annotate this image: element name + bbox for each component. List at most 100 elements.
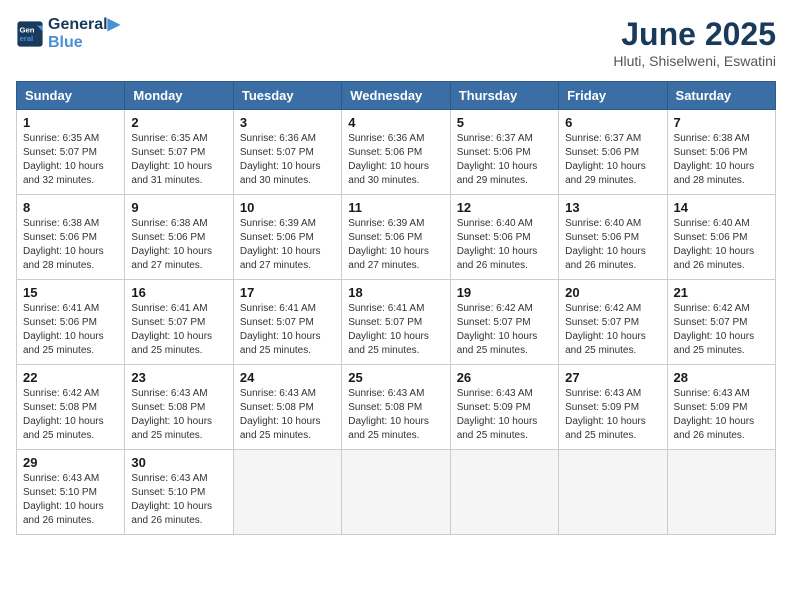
day-info: Sunrise: 6:36 AM Sunset: 5:06 PM Dayligh…	[348, 132, 443, 188]
calendar-cell: 20 Sunrise: 6:42 AM Sunset: 5:07 PM Dayli…	[559, 280, 667, 365]
calendar-cell: 7 Sunrise: 6:38 AM Sunset: 5:06 PM Daylig…	[667, 110, 775, 195]
logo-text: General▶ Blue	[48, 16, 120, 51]
day-number: 3	[240, 115, 335, 130]
svg-text:Gen: Gen	[20, 25, 35, 34]
day-info: Sunrise: 6:40 AM Sunset: 5:06 PM Dayligh…	[674, 217, 769, 273]
day-number: 13	[565, 200, 660, 215]
day-number: 24	[240, 370, 335, 385]
day-number: 9	[131, 200, 226, 215]
weekday-header-friday: Friday	[559, 82, 667, 110]
calendar-cell: 15 Sunrise: 6:41 AM Sunset: 5:06 PM Dayli…	[17, 280, 125, 365]
day-number: 19	[457, 285, 552, 300]
calendar-cell: 16 Sunrise: 6:41 AM Sunset: 5:07 PM Dayli…	[125, 280, 233, 365]
day-info: Sunrise: 6:43 AM Sunset: 5:09 PM Dayligh…	[674, 387, 769, 443]
calendar-cell: 24 Sunrise: 6:43 AM Sunset: 5:08 PM Dayli…	[233, 365, 341, 450]
title-block: June 2025 Hluti, Shiselweni, Eswatini	[613, 16, 776, 69]
calendar-cell: 13 Sunrise: 6:40 AM Sunset: 5:06 PM Dayli…	[559, 195, 667, 280]
calendar-cell: 1 Sunrise: 6:35 AM Sunset: 5:07 PM Daylig…	[17, 110, 125, 195]
day-number: 25	[348, 370, 443, 385]
day-info: Sunrise: 6:43 AM Sunset: 5:09 PM Dayligh…	[565, 387, 660, 443]
day-number: 29	[23, 455, 118, 470]
location-subtitle: Hluti, Shiselweni, Eswatini	[613, 53, 776, 69]
day-number: 22	[23, 370, 118, 385]
weekday-header-row: SundayMondayTuesdayWednesdayThursdayFrid…	[17, 82, 776, 110]
calendar-cell: 29 Sunrise: 6:43 AM Sunset: 5:10 PM Dayli…	[17, 450, 125, 535]
day-number: 1	[23, 115, 118, 130]
weekday-header-monday: Monday	[125, 82, 233, 110]
weekday-header-sunday: Sunday	[17, 82, 125, 110]
day-info: Sunrise: 6:43 AM Sunset: 5:10 PM Dayligh…	[23, 472, 118, 528]
calendar-cell	[559, 450, 667, 535]
calendar-cell: 23Sunrise: 6:43 AM Sunset: 5:08 PM Dayli…	[125, 365, 233, 450]
weekday-header-thursday: Thursday	[450, 82, 558, 110]
calendar-cell: 17 Sunrise: 6:41 AM Sunset: 5:07 PM Dayli…	[233, 280, 341, 365]
calendar-cell: 10Sunrise: 6:39 AM Sunset: 5:06 PM Dayli…	[233, 195, 341, 280]
calendar-cell: 30 Sunrise: 6:43 AM Sunset: 5:10 PM Dayli…	[125, 450, 233, 535]
calendar-cell: 8Sunrise: 6:38 AM Sunset: 5:06 PM Daylig…	[17, 195, 125, 280]
day-info: Sunrise: 6:38 AM Sunset: 5:06 PM Dayligh…	[131, 217, 226, 273]
day-info: Sunrise: 6:35 AM Sunset: 5:07 PM Dayligh…	[23, 132, 118, 188]
calendar-cell	[667, 450, 775, 535]
week-row-4: 22 Sunrise: 6:42 AM Sunset: 5:08 PM Dayli…	[17, 365, 776, 450]
day-info: Sunrise: 6:39 AM Sunset: 5:06 PM Dayligh…	[348, 217, 443, 273]
calendar-cell	[233, 450, 341, 535]
day-info: Sunrise: 6:43 AM Sunset: 5:09 PM Dayligh…	[457, 387, 552, 443]
logo: Gen eral General▶ Blue	[16, 16, 120, 51]
day-info: Sunrise: 6:41 AM Sunset: 5:07 PM Dayligh…	[131, 302, 226, 358]
calendar-cell: 4 Sunrise: 6:36 AM Sunset: 5:06 PM Daylig…	[342, 110, 450, 195]
month-title: June 2025	[613, 16, 776, 53]
day-number: 30	[131, 455, 226, 470]
calendar-cell: 28 Sunrise: 6:43 AM Sunset: 5:09 PM Dayli…	[667, 365, 775, 450]
calendar-table: SundayMondayTuesdayWednesdayThursdayFrid…	[16, 81, 776, 535]
day-number: 7	[674, 115, 769, 130]
calendar-cell: 11 Sunrise: 6:39 AM Sunset: 5:06 PM Dayli…	[342, 195, 450, 280]
day-number: 10	[240, 200, 335, 215]
calendar-cell: 25 Sunrise: 6:43 AM Sunset: 5:08 PM Dayli…	[342, 365, 450, 450]
day-number: 16	[131, 285, 226, 300]
calendar-cell: 26 Sunrise: 6:43 AM Sunset: 5:09 PM Dayli…	[450, 365, 558, 450]
day-number: 26	[457, 370, 552, 385]
week-row-3: 15 Sunrise: 6:41 AM Sunset: 5:06 PM Dayli…	[17, 280, 776, 365]
day-number: 4	[348, 115, 443, 130]
logo-icon: Gen eral	[16, 20, 44, 48]
day-number: 18	[348, 285, 443, 300]
day-info: Sunrise: 6:43 AM Sunset: 5:08 PM Dayligh…	[240, 387, 335, 443]
day-info: Sunrise: 6:40 AM Sunset: 5:06 PM Dayligh…	[565, 217, 660, 273]
day-info: Sunrise: 6:42 AM Sunset: 5:07 PM Dayligh…	[457, 302, 552, 358]
day-info: Sunrise: 6:42 AM Sunset: 5:07 PM Dayligh…	[674, 302, 769, 358]
day-number: 14	[674, 200, 769, 215]
day-info: Sunrise: 6:43 AM Sunset: 5:08 PM Dayligh…	[348, 387, 443, 443]
day-number: 15	[23, 285, 118, 300]
calendar-cell	[450, 450, 558, 535]
day-number: 12	[457, 200, 552, 215]
day-number: 20	[565, 285, 660, 300]
day-info: Sunrise: 6:42 AM Sunset: 5:08 PM Dayligh…	[23, 387, 118, 443]
week-row-5: 29 Sunrise: 6:43 AM Sunset: 5:10 PM Dayli…	[17, 450, 776, 535]
day-info: Sunrise: 6:42 AM Sunset: 5:07 PM Dayligh…	[565, 302, 660, 358]
calendar-cell: 27 Sunrise: 6:43 AM Sunset: 5:09 PM Dayli…	[559, 365, 667, 450]
day-number: 17	[240, 285, 335, 300]
page-header: Gen eral General▶ Blue June 2025 Hluti, …	[16, 16, 776, 69]
calendar-cell: 22 Sunrise: 6:42 AM Sunset: 5:08 PM Dayli…	[17, 365, 125, 450]
day-info: Sunrise: 6:37 AM Sunset: 5:06 PM Dayligh…	[457, 132, 552, 188]
calendar-cell: 3Sunrise: 6:36 AM Sunset: 5:07 PM Daylig…	[233, 110, 341, 195]
day-info: Sunrise: 6:43 AM Sunset: 5:10 PM Dayligh…	[131, 472, 226, 528]
day-number: 23	[131, 370, 226, 385]
calendar-cell: 21Sunrise: 6:42 AM Sunset: 5:07 PM Dayli…	[667, 280, 775, 365]
day-number: 27	[565, 370, 660, 385]
calendar-cell: 9 Sunrise: 6:38 AM Sunset: 5:06 PM Daylig…	[125, 195, 233, 280]
day-info: Sunrise: 6:41 AM Sunset: 5:06 PM Dayligh…	[23, 302, 118, 358]
calendar-cell: 19 Sunrise: 6:42 AM Sunset: 5:07 PM Dayli…	[450, 280, 558, 365]
calendar-cell: 2Sunrise: 6:35 AM Sunset: 5:07 PM Daylig…	[125, 110, 233, 195]
week-row-1: 1 Sunrise: 6:35 AM Sunset: 5:07 PM Daylig…	[17, 110, 776, 195]
day-number: 28	[674, 370, 769, 385]
calendar-cell: 6Sunrise: 6:37 AM Sunset: 5:06 PM Daylig…	[559, 110, 667, 195]
day-number: 5	[457, 115, 552, 130]
day-info: Sunrise: 6:35 AM Sunset: 5:07 PM Dayligh…	[131, 132, 226, 188]
day-info: Sunrise: 6:41 AM Sunset: 5:07 PM Dayligh…	[240, 302, 335, 358]
weekday-header-saturday: Saturday	[667, 82, 775, 110]
day-number: 11	[348, 200, 443, 215]
day-info: Sunrise: 6:38 AM Sunset: 5:06 PM Dayligh…	[674, 132, 769, 188]
calendar-cell: 12Sunrise: 6:40 AM Sunset: 5:06 PM Dayli…	[450, 195, 558, 280]
calendar-cell	[342, 450, 450, 535]
